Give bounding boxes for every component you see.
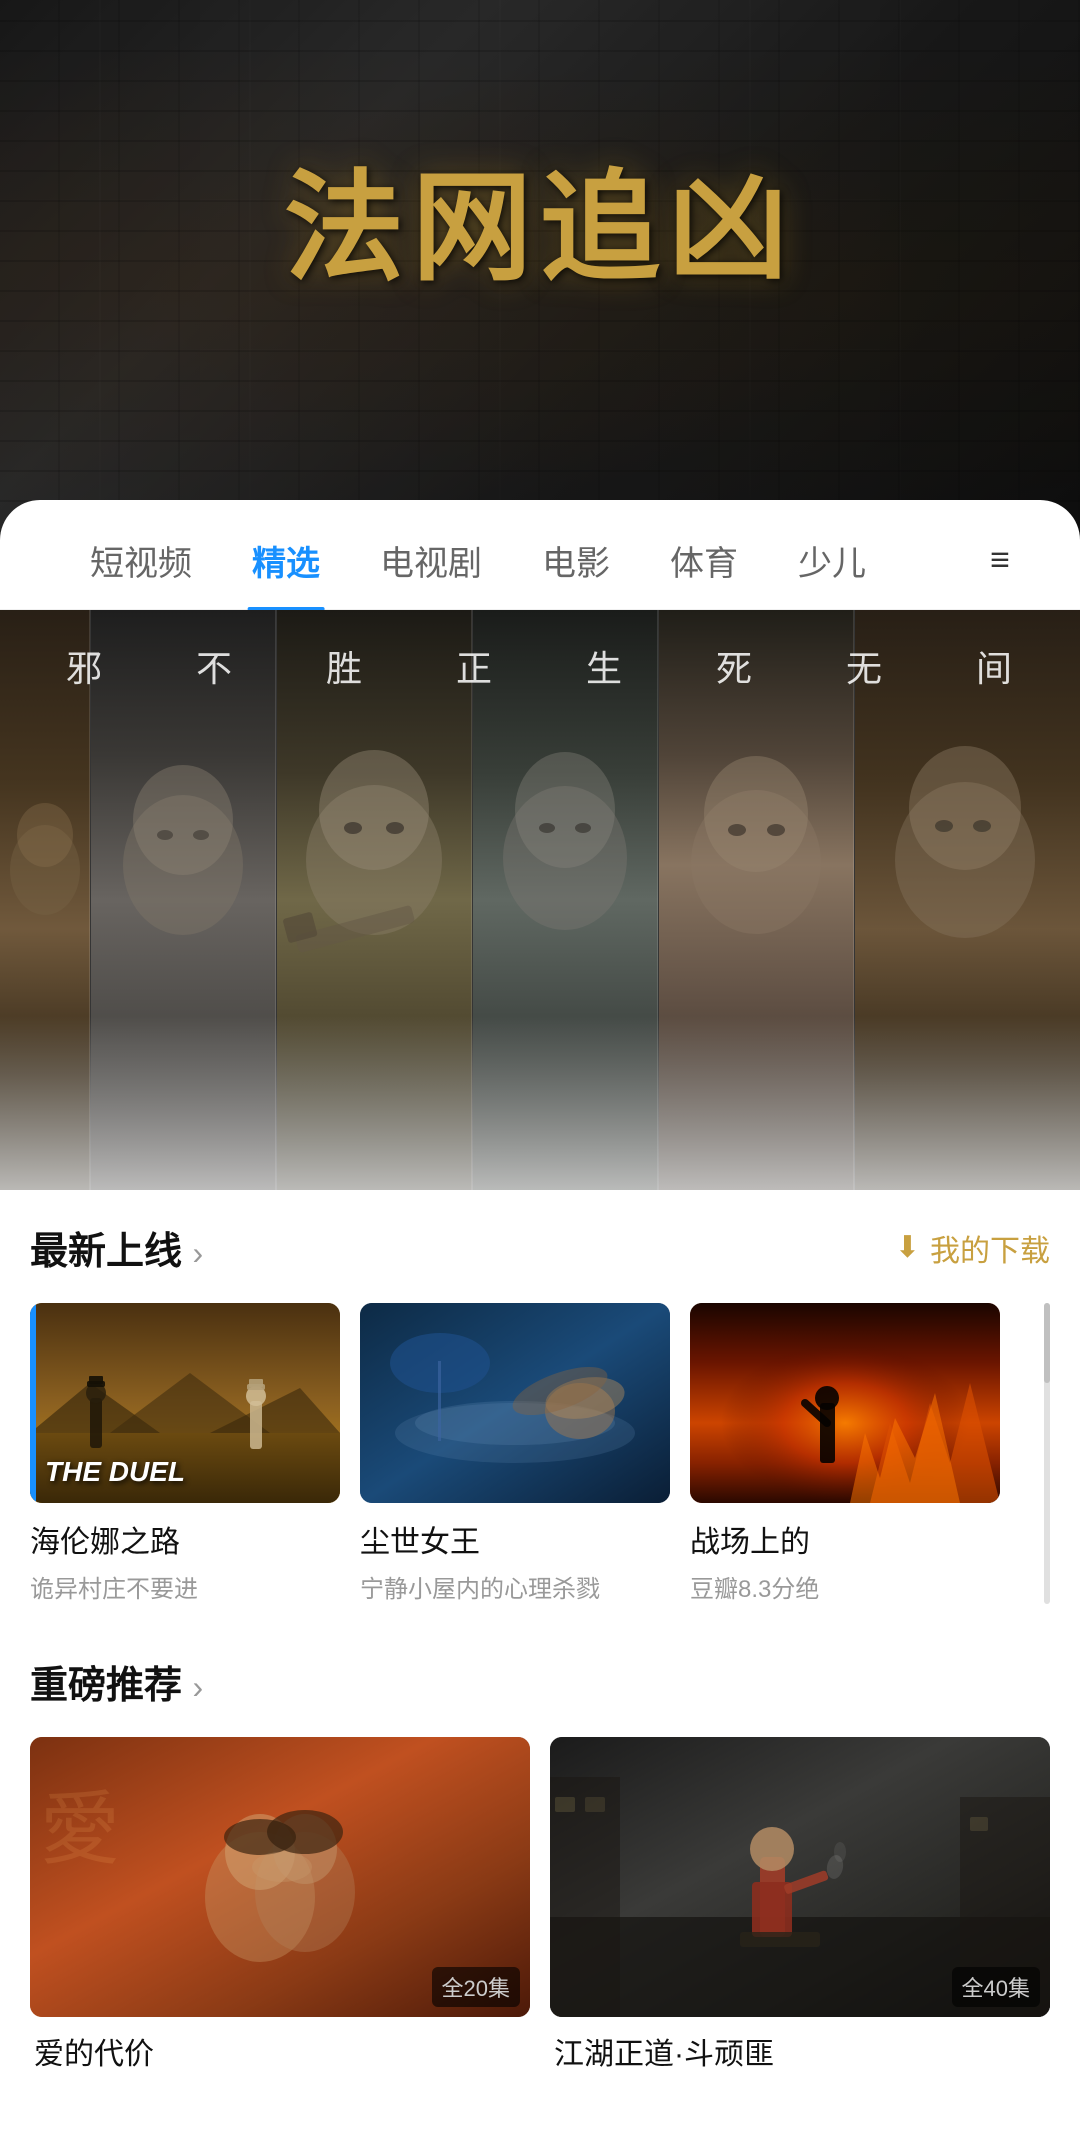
banner-char-4: 正 <box>456 640 494 692</box>
featured-badge-love: 全20集 <box>432 1967 520 2007</box>
latest-title: 最新上线 <box>30 1231 182 1273</box>
banner-char-3: 胜 <box>326 640 364 692</box>
list-item[interactable]: THE DUEL 海伦娜之路 诡异村庄不要进 <box>30 1303 340 1604</box>
latest-section: 最新上线 › ⬇ 我的下载 <box>0 1190 1080 1624</box>
hero-section: 法网追凶 <box>0 0 1080 560</box>
item-title-dustqueen: 尘世女王 <box>360 1517 670 1561</box>
thumbnail-battlefield <box>690 1303 1000 1503</box>
featured-title-group: 重磅推荐 › <box>30 1654 203 1709</box>
banner-char-8: 间 <box>976 640 1014 692</box>
featured-section-header: 重磅推荐 › <box>30 1654 1050 1709</box>
featured-title: 重磅推荐 <box>30 1665 182 1707</box>
menu-icon[interactable]: ≡ <box>980 541 1020 580</box>
banner-faces-svg <box>0 610 1080 1190</box>
featured-badge-jianghu: 全40集 <box>952 1967 1040 2007</box>
banner-char-5: 生 <box>586 640 624 692</box>
latest-title-group: 最新上线 › <box>30 1220 203 1275</box>
main-content-card: 短视频 精选 电视剧 电影 体育 少儿 ≡ 邪 不 胜 正 生 死 无 间 <box>0 500 1080 2133</box>
thumbnail-helena: THE DUEL <box>30 1303 340 1503</box>
svg-text:愛: 愛 <box>40 1787 120 1875</box>
banner-char-2: 不 <box>196 640 234 692</box>
tab-movie[interactable]: 电影 <box>512 536 640 585</box>
scroll-thumb <box>1044 1303 1050 1383</box>
featured-thumb-love: 愛 <box>30 1737 530 2017</box>
hero-banner[interactable]: 邪 不 胜 正 生 死 无 间 <box>0 610 1080 1190</box>
battlefield-artwork <box>690 1303 1000 1503</box>
download-button[interactable]: ⬇ 我的下载 <box>895 1226 1050 1270</box>
scroll-indicator <box>1044 1303 1050 1604</box>
tab-tv-drama[interactable]: 电视剧 <box>350 536 512 585</box>
featured-arrow: › <box>192 1669 203 1705</box>
dustqueen-artwork <box>360 1303 670 1503</box>
banner-char-6: 死 <box>716 640 754 692</box>
item-title-battlefield: 战场上的 <box>690 1517 1000 1561</box>
banner-char-1: 邪 <box>66 640 104 692</box>
banner-text-overlay: 邪 不 胜 正 生 死 无 间 <box>0 640 1080 692</box>
featured-section: 重磅推荐 › <box>0 1624 1080 2093</box>
hero-title: 法网追凶 <box>284 130 796 304</box>
thumb-bg-duel: THE DUEL <box>30 1303 340 1503</box>
banner-char-7: 无 <box>846 640 884 692</box>
nav-tabs-container: 短视频 精选 电视剧 电影 体育 少儿 ≡ <box>0 500 1080 610</box>
tab-short-video[interactable]: 短视频 <box>60 536 222 585</box>
download-label: 我的下载 <box>930 1226 1050 1270</box>
duel-text-overlay: THE DUEL <box>45 1456 185 1488</box>
item-subtitle-battlefield: 豆瓣8.3分绝 <box>690 1569 1000 1604</box>
list-item[interactable]: 战场上的 豆瓣8.3分绝 <box>690 1303 1000 1604</box>
tab-kids[interactable]: 少儿 <box>768 536 896 585</box>
featured-title-love: 爱的代价 <box>30 2029 530 2073</box>
accent-bar <box>30 1303 36 1503</box>
thumb-bg-blue <box>360 1303 670 1503</box>
latest-content-list: THE DUEL 海伦娜之路 诡异村庄不要进 <box>30 1303 1050 1604</box>
list-item[interactable]: 尘世女王 宁静小屋内的心理杀戮 <box>360 1303 670 1604</box>
latest-arrow: › <box>192 1235 203 1271</box>
tab-sports[interactable]: 体育 <box>640 536 768 585</box>
latest-section-header: 最新上线 › ⬇ 我的下载 <box>30 1220 1050 1275</box>
featured-item-jianghu[interactable]: 全40集 江湖正道·斗顽匪 <box>550 1737 1050 2073</box>
tab-featured[interactable]: 精选 <box>222 536 350 585</box>
item-subtitle-dustqueen: 宁静小屋内的心理杀戮 <box>360 1569 670 1604</box>
featured-thumb-jianghu: 全40集 <box>550 1737 1050 2017</box>
thumb-bg-fire <box>690 1303 1000 1503</box>
item-subtitle-helena: 诡异村庄不要进 <box>30 1569 340 1604</box>
download-icon: ⬇ <box>895 1230 920 1265</box>
featured-item-love[interactable]: 愛 <box>30 1737 530 2073</box>
thumbnail-dustqueen <box>360 1303 670 1503</box>
featured-grid: 愛 <box>30 1737 1050 2073</box>
item-title-helena: 海伦娜之路 <box>30 1517 340 1561</box>
featured-title-jianghu: 江湖正道·斗顽匪 <box>550 2029 1050 2073</box>
